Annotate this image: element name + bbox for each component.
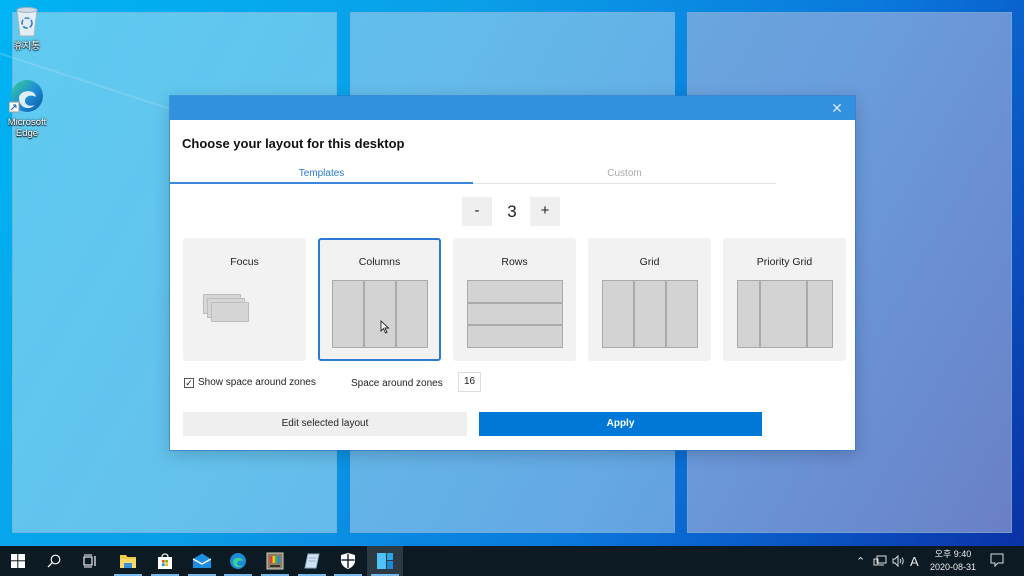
close-button[interactable]: ✕ [827, 99, 847, 117]
grid-preview [602, 280, 698, 348]
layout-card-focus[interactable]: Focus [183, 238, 306, 361]
taskbar-mail[interactable] [184, 546, 220, 576]
rows-preview [467, 280, 563, 348]
folder-icon [120, 555, 136, 568]
taskbar-fancyzones[interactable] [367, 546, 403, 576]
notepad-icon [304, 553, 320, 569]
taskbar-file-explorer[interactable] [110, 546, 146, 576]
layout-card-label: Columns [358, 256, 401, 268]
tab-custom[interactable]: Custom [473, 166, 776, 184]
space-around-zones-input[interactable]: 16 [458, 372, 481, 392]
network-status[interactable] [873, 546, 887, 576]
layout-card-label: Rows [501, 256, 528, 268]
store-icon [158, 553, 172, 569]
checkmark-icon: ✓ [185, 378, 193, 388]
desktop-icon-edge[interactable]: Microsoft Edge [2, 78, 52, 139]
mail-icon [192, 553, 212, 568]
desktop-icon-label: 휴지통 [13, 41, 41, 52]
speaker-icon [892, 555, 904, 567]
focus-preview [203, 294, 251, 324]
dialog-titlebar[interactable]: ✕ [170, 96, 855, 120]
volume-control[interactable] [892, 546, 906, 576]
increment-zones-button[interactable]: + [530, 197, 560, 226]
layout-card-columns[interactable]: Columns [318, 238, 441, 361]
dialog-title: Choose your layout for this desktop [182, 136, 405, 151]
recycle-bin-icon [16, 7, 38, 37]
task-view-icon [83, 554, 96, 568]
layout-card-label: Grid [639, 256, 660, 268]
color-picker-icon [266, 552, 284, 570]
clock-date: 2020-08-31 [929, 562, 977, 572]
tab-templates[interactable]: Templates [170, 166, 473, 184]
notification-icon [990, 553, 1004, 568]
search-icon [47, 554, 61, 568]
input-method-indicator[interactable]: A [910, 546, 919, 576]
task-view-button[interactable] [72, 546, 108, 576]
layout-card-rows[interactable]: Rows [453, 238, 576, 361]
mouse-cursor-icon [380, 320, 390, 334]
system-clock[interactable]: 오후 9:40 2020-08-31 [925, 548, 981, 574]
columns-preview [332, 280, 428, 348]
apply-button[interactable]: Apply [479, 412, 762, 436]
show-space-checkbox[interactable]: ✓ [184, 378, 194, 388]
start-button[interactable] [0, 546, 36, 576]
layout-card-priority-grid[interactable]: Priority Grid [723, 238, 846, 361]
priority-grid-preview [737, 280, 833, 348]
taskbar-windows-security[interactable] [330, 546, 366, 576]
taskbar-color-picker[interactable] [257, 546, 293, 576]
layout-dialog: ✕ Choose your layout for this desktop Te… [170, 96, 855, 450]
shield-icon [341, 553, 355, 569]
decrement-zones-button[interactable]: - [462, 197, 492, 226]
fancyzones-icon [377, 553, 393, 569]
layout-card-label: Priority Grid [756, 256, 813, 268]
desktop-icon-recycle-bin[interactable]: 휴지통 [2, 4, 52, 52]
clock-time: 오후 9:40 [934, 549, 972, 559]
edit-selected-layout-button[interactable]: Edit selected layout [183, 412, 467, 436]
show-space-label[interactable]: Show space around zones [198, 377, 316, 388]
layout-card-grid[interactable]: Grid [588, 238, 711, 361]
layout-card-label: Focus [230, 256, 259, 268]
windows-logo-icon [11, 554, 25, 568]
taskbar-microsoft-store[interactable] [147, 546, 183, 576]
space-around-zones-label: Space around zones [351, 378, 443, 389]
close-icon: ✕ [831, 100, 843, 116]
search-button[interactable] [36, 546, 72, 576]
network-icon [873, 555, 887, 566]
edge-icon [9, 80, 43, 113]
taskbar: ⌃ A 오후 9:40 2020-08-31 [0, 546, 1024, 576]
taskbar-edge[interactable] [220, 546, 256, 576]
action-center-button[interactable] [990, 553, 1004, 572]
edge-icon [230, 553, 246, 569]
zone-count-value: 3 [507, 202, 517, 221]
chevron-up-icon: ⌃ [856, 555, 866, 568]
taskbar-notepad[interactable] [294, 546, 330, 576]
show-hidden-icons-button[interactable]: ⌃ [856, 546, 865, 576]
desktop-icon-label: Microsoft Edge [7, 117, 47, 139]
layout-tabs: Templates Custom [170, 166, 776, 184]
